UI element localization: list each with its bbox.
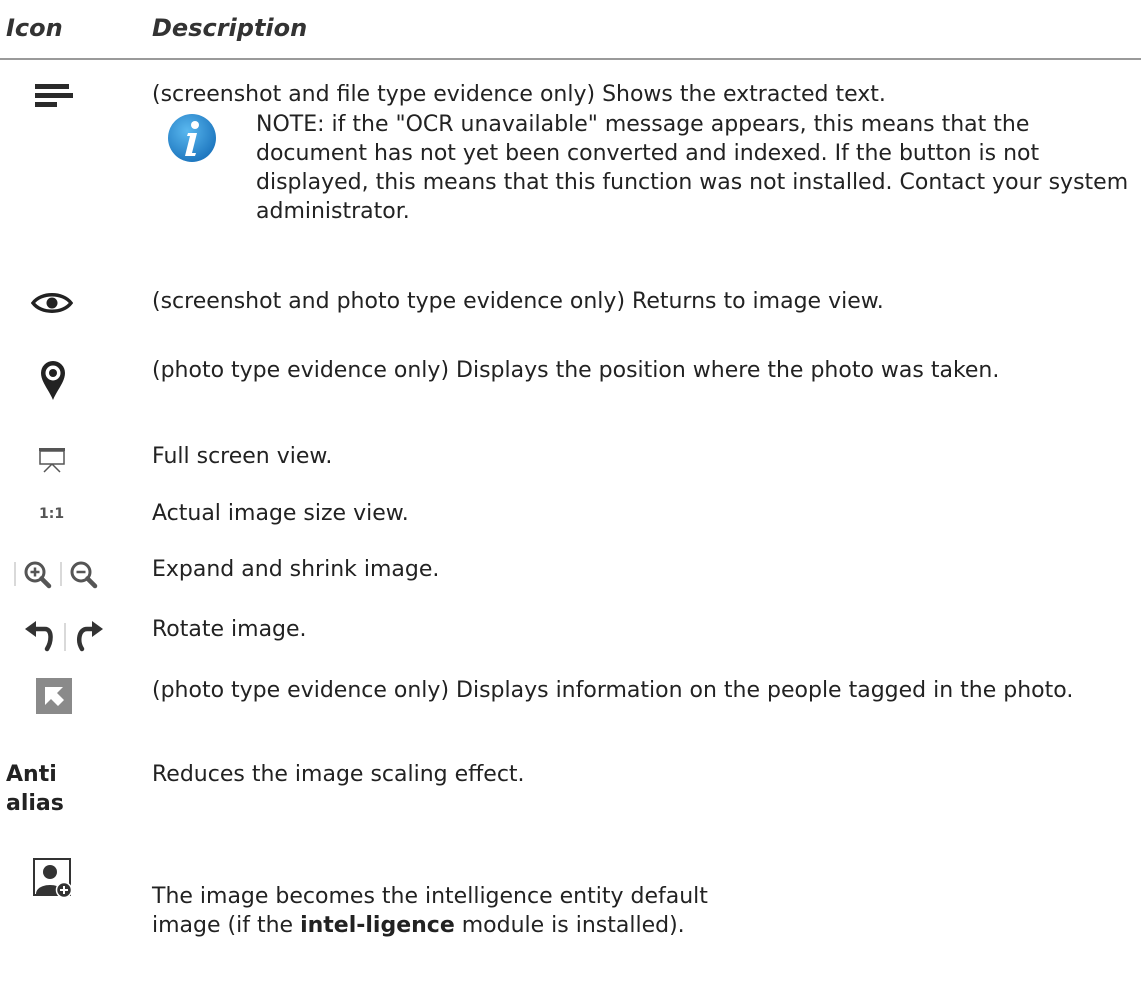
note-text: NOTE: if the "OCR unavailable" message a… (256, 112, 1129, 224)
rotate-right-icon (77, 621, 103, 652)
entity-image-icon (33, 858, 73, 898)
description-column-header: Description (152, 14, 308, 42)
row-description: (screenshot and photo type evidence only… (152, 289, 884, 314)
map-pin-icon (41, 361, 65, 400)
rotate-left-icon (25, 621, 53, 652)
intelligence-module-term: intel-ligence (300, 913, 455, 938)
table-row: Anti alias Reduces the image scaling eff… (0, 758, 1141, 818)
extracted-text-icon (35, 84, 73, 107)
eye-icon (31, 293, 73, 313)
table-row: (screenshot and photo type evidence only… (0, 285, 1141, 315)
row-description: Actual image size view. (152, 501, 409, 526)
row-description: Full screen view. (152, 444, 333, 469)
tagged-people-icon (36, 678, 72, 714)
table-row: The image becomes the intelligence entit… (0, 852, 1141, 962)
note-block: NOTE: if the "OCR unavailable" message a… (152, 110, 1141, 240)
row-description: Reduces the image scaling effect. (152, 762, 525, 787)
row-description: Rotate image. (152, 617, 307, 642)
info-icon (168, 114, 216, 162)
rotate-icons (25, 621, 103, 652)
description-after: module is installed). (454, 913, 685, 938)
table-header: Icon Description (0, 0, 1141, 60)
antialias-label: Anti alias (6, 762, 64, 816)
table-row: Full screen view. (0, 440, 1141, 473)
table-row: Rotate image. (0, 613, 1141, 652)
row-description: (photo type evidence only) Displays info… (152, 678, 1074, 703)
row-description: The image becomes the intelligence entit… (152, 882, 712, 940)
table-row: 1:1 Actual image size view. (0, 497, 1141, 527)
zoom-out-icon (70, 561, 98, 589)
table-row: (screenshot and file type evidence only)… (0, 78, 1141, 108)
actual-size-icon: 1:1 (39, 506, 65, 522)
row-description: (photo type evidence only) Displays the … (152, 358, 1000, 383)
row-description: (screenshot and file type evidence only)… (152, 82, 886, 107)
table-row: (photo type evidence only) Displays the … (0, 354, 1141, 404)
row-description: Expand and shrink image. (152, 557, 440, 582)
icon-column-header: Icon (6, 14, 63, 42)
table-row: (photo type evidence only) Displays info… (0, 674, 1141, 734)
zoom-in-icon (24, 561, 52, 589)
projector-screen-icon (39, 448, 65, 473)
zoom-in-out-icons (14, 561, 98, 589)
table-row: Expand and shrink image. (0, 553, 1141, 589)
